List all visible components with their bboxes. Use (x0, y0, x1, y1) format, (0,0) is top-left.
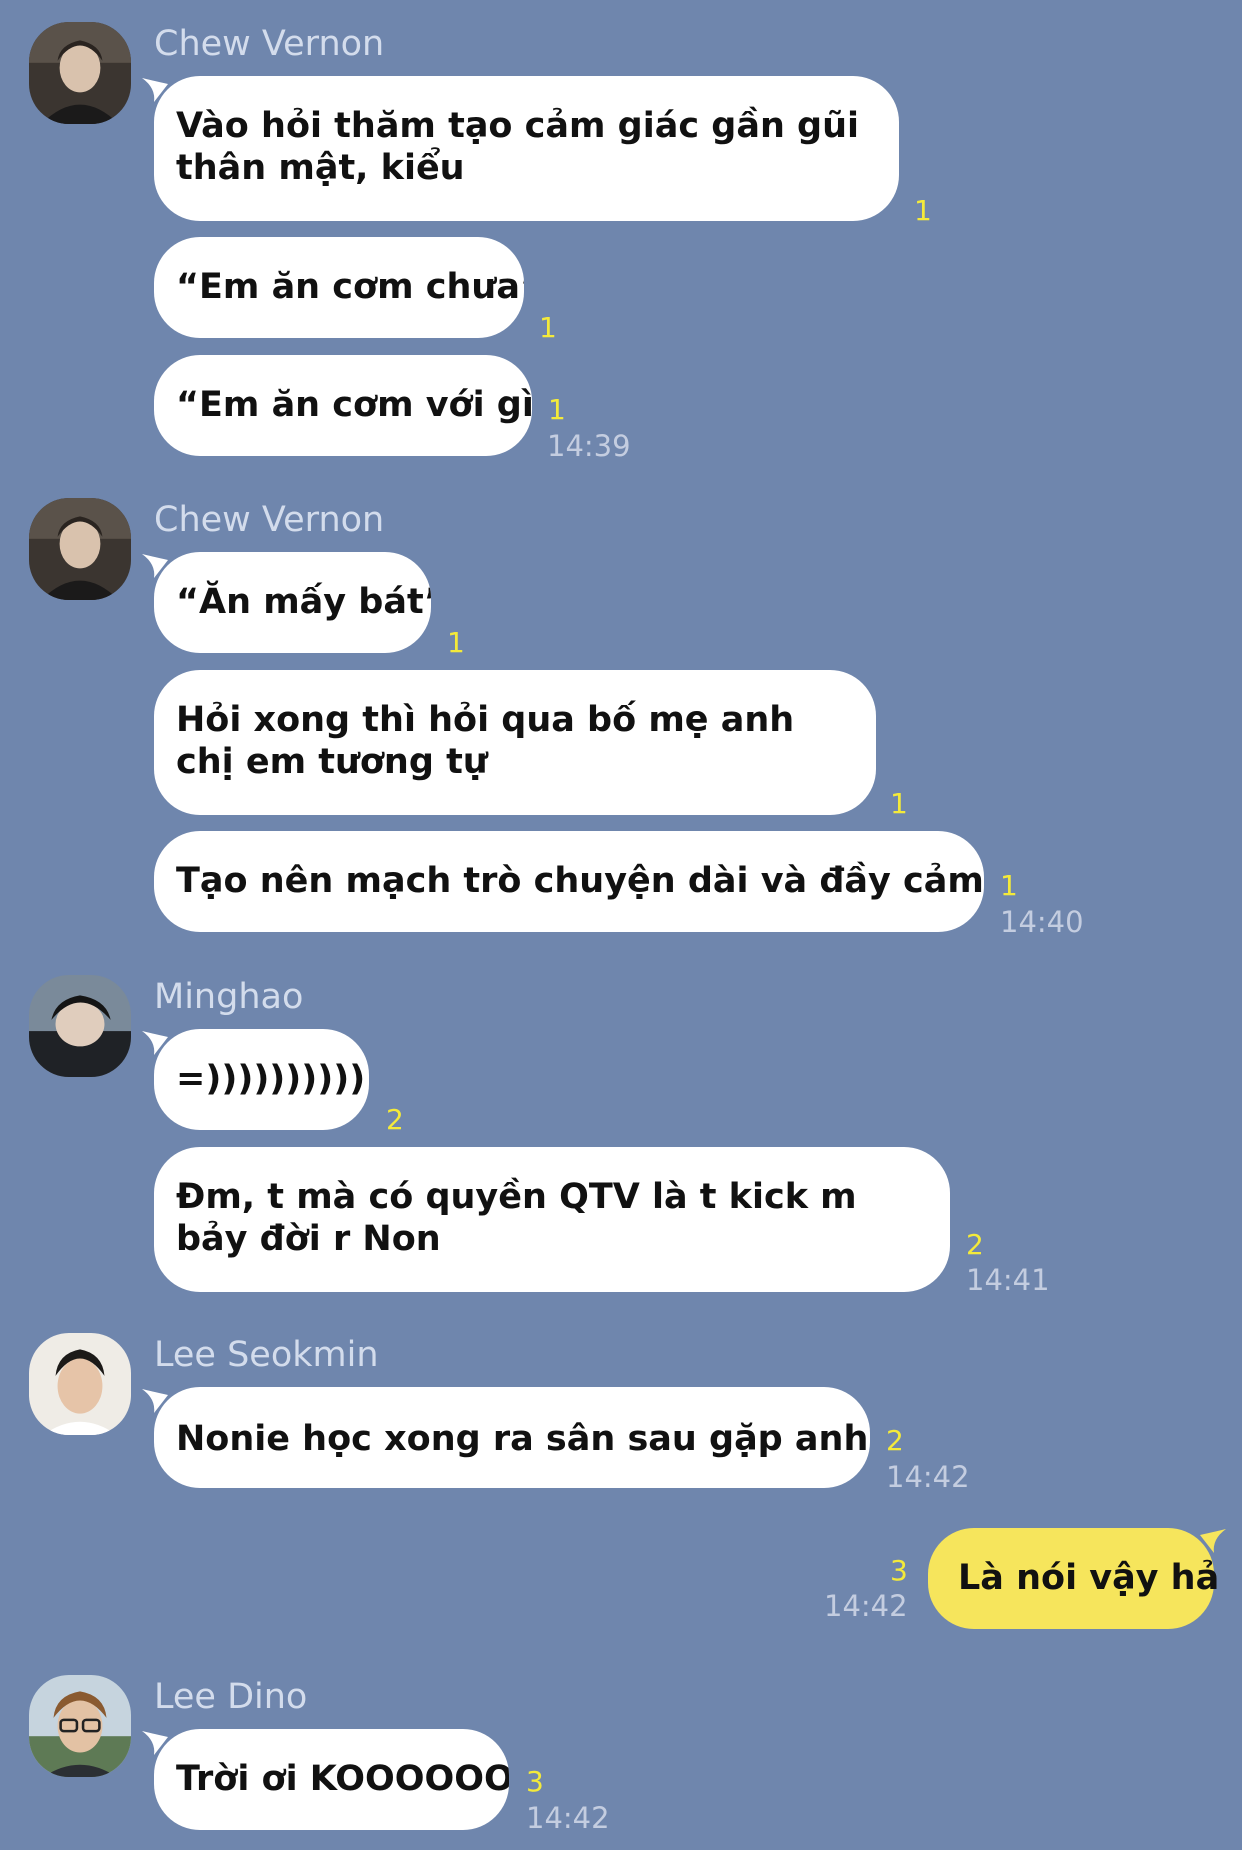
avatar-lee-seokmin[interactable] (29, 1333, 131, 1435)
message-text: Đm, t mà có quyền QTV là t kick m bảy đờ… (176, 1177, 857, 1259)
message-text: Là nói vậy hả (958, 1558, 1220, 1598)
sender-name: Lee Seokmin (154, 1335, 379, 1375)
message-bubble[interactable]: Vào hỏi thăm tạo cảm giác gần gũi thân m… (154, 76, 899, 221)
message-bubble[interactable]: Nonie học xong ra sân sau gặp anh (154, 1387, 870, 1488)
message-text: Nonie học xong ra sân sau gặp anh (176, 1419, 869, 1459)
message-bubble[interactable]: Trời ơi KOOOOOO (154, 1729, 509, 1830)
timestamp: 14:42 (824, 1589, 908, 1623)
message-text: Tạo nên mạch trò chuyện dài và đầy cảm x… (176, 861, 984, 901)
message-text: “Em ăn cơm chưa” (176, 267, 524, 307)
unread-count: 2 (886, 1424, 904, 1457)
message-text: Vào hỏi thăm tạo cảm giác gần gũi thân m… (176, 106, 860, 188)
message-bubble[interactable]: “Ăn mấy bát” (154, 552, 431, 653)
message-bubble[interactable]: Tạo nên mạch trò chuyện dài và đầy cảm x… (154, 831, 984, 932)
unread-count: 1 (447, 626, 465, 659)
user-avatar-icon (29, 1675, 131, 1777)
unread-count: 1 (1000, 869, 1018, 902)
avatar-minghao[interactable] (29, 975, 131, 1077)
user-avatar-icon (29, 22, 131, 124)
timestamp: 14:42 (526, 1801, 610, 1835)
sender-name: Minghao (154, 977, 304, 1017)
message-bubble[interactable]: Đm, t mà có quyền QTV là t kick m bảy đờ… (154, 1147, 950, 1292)
avatar-lee-dino[interactable] (29, 1675, 131, 1777)
unread-count: 1 (539, 311, 557, 344)
timestamp: 14:40 (1000, 905, 1084, 939)
message-text: “Ăn mấy bát” (176, 582, 431, 622)
user-avatar-icon (29, 1333, 131, 1435)
unread-count: 3 (526, 1765, 544, 1798)
unread-count: 1 (548, 393, 566, 426)
user-avatar-icon (29, 975, 131, 1077)
avatar-chew-vernon[interactable] (29, 22, 131, 124)
unread-count: 1 (914, 194, 932, 227)
unread-count: 2 (386, 1103, 404, 1136)
sender-name: Chew Vernon (154, 500, 385, 540)
unread-count: 1 (890, 787, 908, 820)
message-bubble[interactable]: “Em ăn cơm chưa” (154, 237, 524, 338)
timestamp: 14:42 (886, 1460, 970, 1494)
avatar-chew-vernon[interactable] (29, 498, 131, 600)
timestamp: 14:41 (966, 1263, 1050, 1297)
unread-count: 2 (966, 1228, 984, 1261)
message-text: Trời ơi KOOOOOO (176, 1759, 509, 1799)
sender-name: Chew Vernon (154, 24, 385, 64)
message-text: “Em ăn cơm với gì” (176, 385, 532, 425)
message-bubble[interactable]: “Em ăn cơm với gì” (154, 355, 532, 456)
message-text: =)))))))))) (176, 1059, 366, 1099)
message-bubble[interactable]: Hỏi xong thì hỏi qua bố mẹ anh chị em tư… (154, 670, 876, 815)
unread-count: 3 (890, 1554, 908, 1587)
message-text: Hỏi xong thì hỏi qua bố mẹ anh chị em tư… (176, 700, 795, 782)
outgoing-message-bubble[interactable]: Là nói vậy hả (928, 1528, 1219, 1629)
bubble-tail (1200, 1529, 1226, 1553)
timestamp: 14:39 (547, 429, 631, 463)
user-avatar-icon (29, 498, 131, 600)
sender-name: Lee Dino (154, 1677, 308, 1717)
message-bubble[interactable]: =)))))))))) (154, 1029, 369, 1130)
